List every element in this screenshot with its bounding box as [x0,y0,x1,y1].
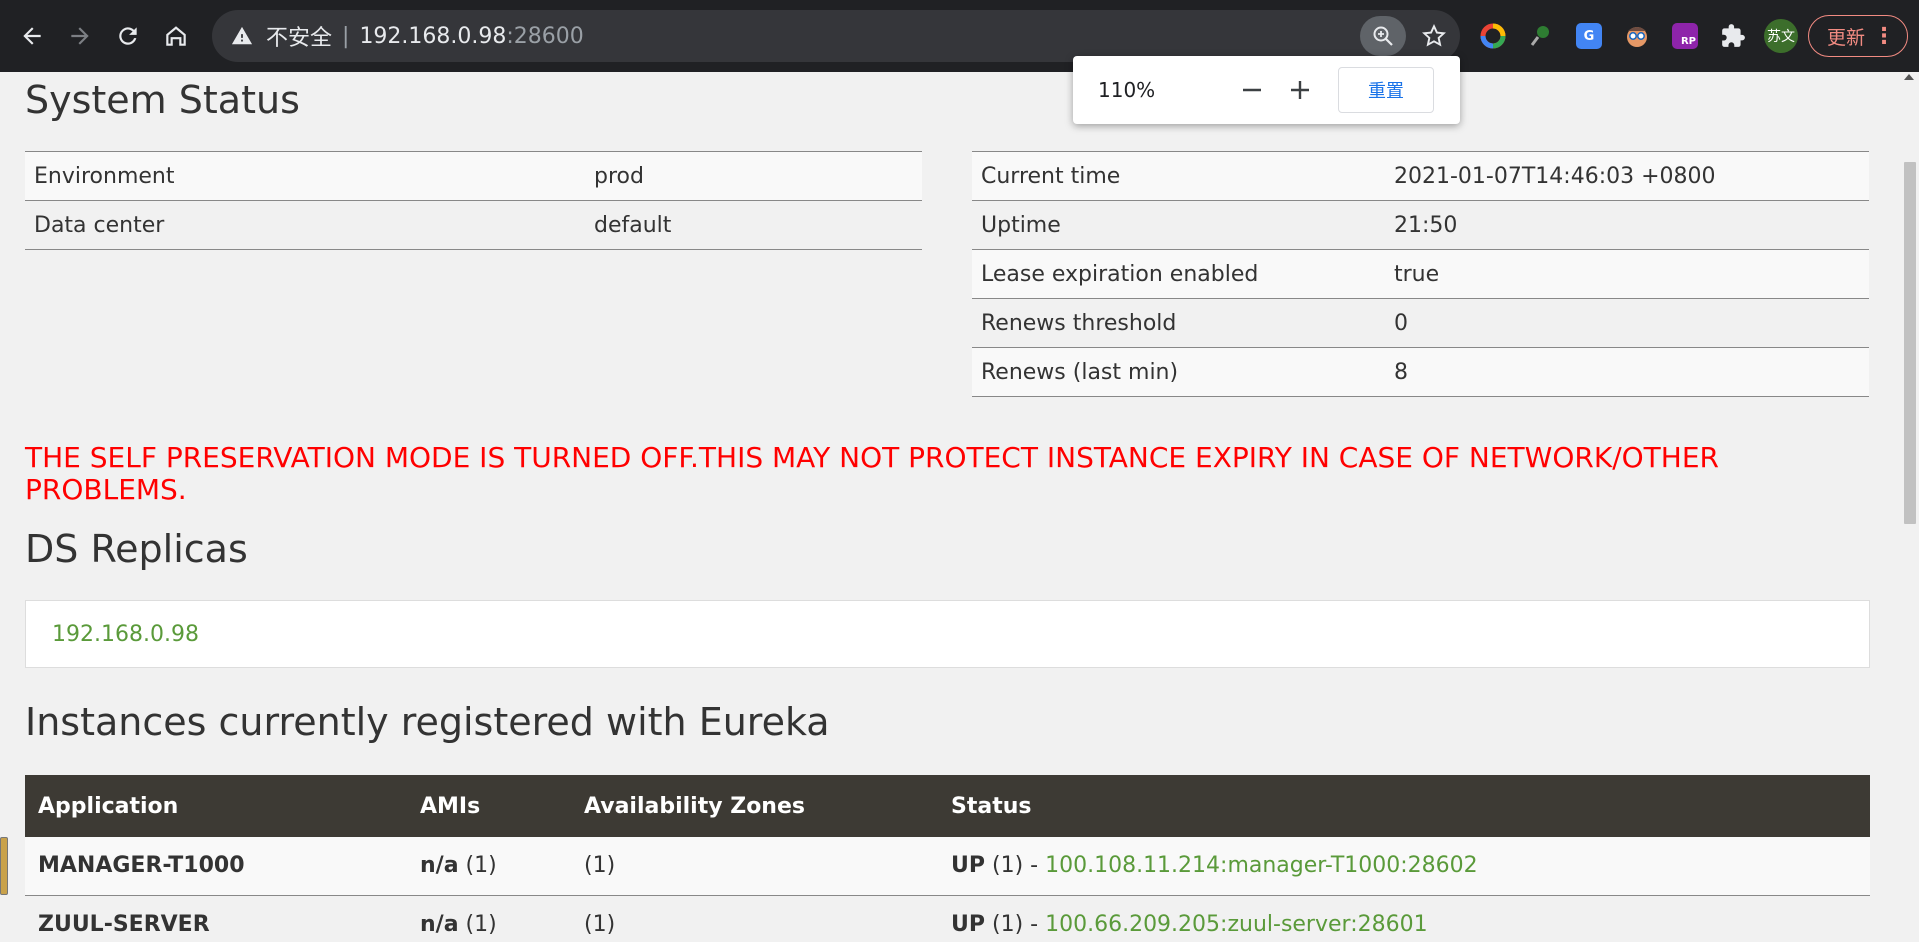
ami-count: (1) [458,911,497,937]
info-value: 2021-01-07T14:46:03 +0800 [1385,151,1869,201]
ami-value: n/a [420,853,459,879]
back-arrow-icon [23,27,41,45]
zoom-reset-button[interactable]: 重置 [1338,67,1434,113]
minus-icon [1243,88,1261,92]
instance-link[interactable]: 100.66.209.205:zuul-server:28601 [1045,912,1428,937]
ds-replicas-list: 192.168.0.98 [25,600,1870,668]
info-value: prod [585,151,922,201]
status-value: UP [951,911,985,937]
zoom-indicator-button[interactable] [1360,16,1406,56]
info-label: Uptime [972,200,1385,250]
update-label: 更新 [1827,26,1866,49]
info-row: Data center default [25,200,922,250]
info-value: 0 [1385,298,1869,348]
status-count: (1) - [985,853,1046,879]
extension-translate-icon[interactable]: G [1573,20,1605,52]
status-table: Current time 2021-01-07T14:46:03 +0800 U… [972,151,1869,397]
extension-pin-icon[interactable] [1525,20,1557,52]
status-cell: UP (1) - 100.66.209.205:zuul-server:2860… [938,895,1870,942]
home-button[interactable] [154,14,198,58]
bookmark-star-button[interactable] [1418,20,1450,52]
zones-cell: (1) [571,895,938,942]
security-label[interactable]: 不安全 [266,20,332,52]
ami-count: (1) [458,853,497,879]
ami-cell: n/a (1) [407,895,571,942]
zoom-out-button[interactable] [1232,70,1272,110]
application-name: ZUUL-SERVER [25,895,407,942]
ami-value: n/a [420,911,459,937]
column-header-application: Application [25,775,407,837]
zoom-in-button[interactable] [1280,70,1320,110]
back-button[interactable] [10,14,54,58]
instances-title: Instances currently registered with Eure… [25,700,830,744]
extension-color-wheel-icon[interactable] [1477,20,1509,52]
environment-table: Environment prod Data center default [25,151,922,250]
forward-button[interactable] [58,14,102,58]
zoom-popup: 110% 重置 [1073,56,1460,124]
more-menu-icon[interactable]: ⋮ [1873,24,1895,50]
browser-toolbar: 不安全 | 192.168.0.98:28600 G RP 苏文 更新 ⋮ [0,0,1919,72]
zones-cell: (1) [571,837,938,896]
info-row: Lease expiration enabled true [972,249,1869,299]
table-row: MANAGER-T1000 n/a (1) (1) UP (1) - 100.1… [25,837,1870,896]
reload-button[interactable] [106,14,150,58]
plus-icon [1291,81,1309,99]
info-label: Data center [25,200,585,250]
column-header-status: Status [938,775,1870,837]
column-header-amis: AMIs [407,775,571,837]
info-label: Renews threshold [972,298,1385,348]
info-value: true [1385,249,1869,299]
extensions-puzzle-icon[interactable] [1717,20,1749,52]
info-row: Current time 2021-01-07T14:46:03 +0800 [972,151,1869,201]
scroll-up-arrow-icon[interactable] [1904,74,1914,80]
status-value: UP [951,853,985,879]
zoom-in-icon [1373,26,1393,46]
ds-replicas-title: DS Replicas [25,527,248,571]
eureka-dashboard: System Status Environment prod Data cent… [0,72,1900,942]
info-row: Renews (last min) 8 [972,347,1869,397]
replica-link[interactable]: 192.168.0.98 [52,622,199,647]
info-label: Environment [25,151,585,201]
forward-arrow-icon [71,27,89,45]
status-count: (1) - [985,911,1046,937]
info-label: Current time [972,151,1385,201]
table-row: ZUUL-SERVER n/a (1) (1) UP (1) - 100.66.… [25,895,1870,942]
status-cell: UP (1) - 100.108.11.214:manager-T1000:28… [938,837,1870,896]
home-icon [166,26,186,46]
application-name: MANAGER-T1000 [25,837,407,896]
info-value: default [585,200,922,250]
profile-avatar[interactable]: 苏文 [1764,19,1798,53]
zoom-level: 110% [1098,78,1156,102]
info-value: 8 [1385,347,1869,397]
star-icon [1422,23,1446,47]
instances-table: Application AMIs Availability Zones Stat… [25,775,1870,942]
system-status-title: System Status [25,78,300,122]
column-header-zones: Availability Zones [571,775,938,837]
address-bar[interactable]: 不安全 | 192.168.0.98:28600 [212,10,1460,62]
extension-face-icon[interactable] [1621,20,1653,52]
info-value: 21:50 [1385,200,1869,250]
info-label: Lease expiration enabled [972,249,1385,299]
ami-cell: n/a (1) [407,837,571,896]
url-port[interactable]: :28600 [506,24,583,49]
update-button[interactable]: 更新 ⋮ [1808,15,1908,57]
url-host[interactable]: 192.168.0.98 [359,24,506,49]
warning-triangle-icon[interactable] [228,22,256,50]
instance-link[interactable]: 100.108.11.214:manager-T1000:28602 [1045,853,1478,878]
resize-handle[interactable] [0,837,8,895]
info-row: Environment prod [25,151,922,201]
info-row: Renews threshold 0 [972,298,1869,348]
extension-rp-icon[interactable]: RP [1669,20,1701,52]
scroll-thumb[interactable] [1904,162,1916,524]
page-scrollbar[interactable] [1900,72,1919,942]
info-row: Uptime 21:50 [972,200,1869,250]
address-separator: | [342,23,350,49]
instances-header-row: Application AMIs Availability Zones Stat… [25,775,1870,837]
info-label: Renews (last min) [972,347,1385,397]
reload-icon [119,27,137,45]
self-preservation-warning: THE SELF PRESERVATION MODE IS TURNED OFF… [25,441,1719,506]
